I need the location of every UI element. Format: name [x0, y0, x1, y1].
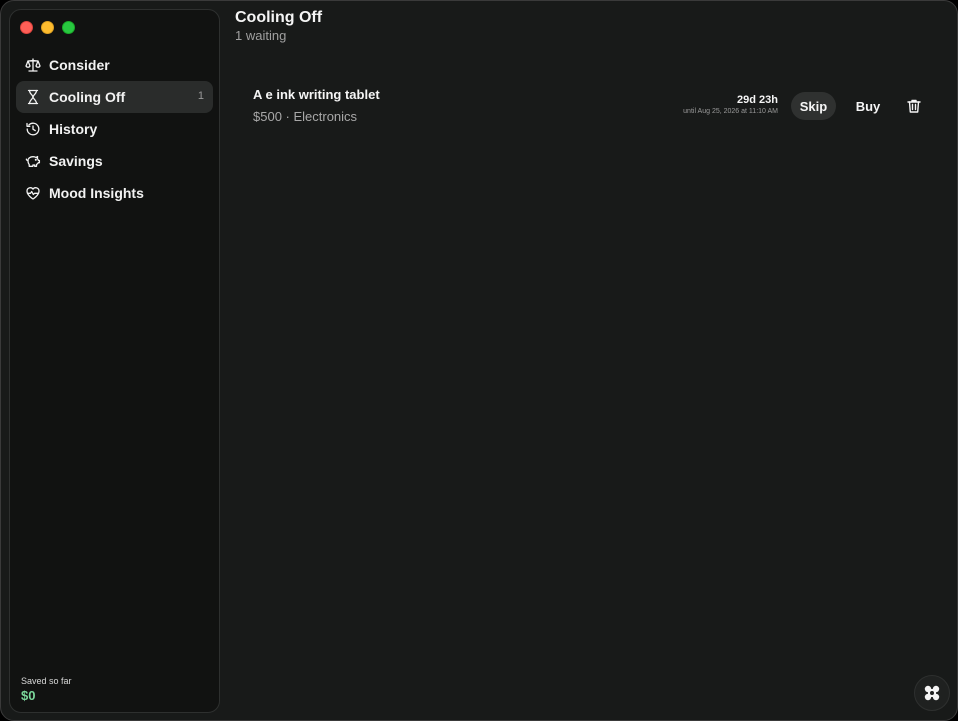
scale-icon [25, 57, 41, 73]
skip-button[interactable]: Skip [791, 92, 836, 120]
trash-icon [907, 99, 921, 113]
item-meta: $500 · Electronics [253, 109, 358, 124]
minimize-window-button[interactable] [41, 21, 54, 34]
sidebar-item-count: 1 [197, 90, 204, 102]
heart-pulse-icon [25, 185, 41, 201]
app-menu-button[interactable] [914, 675, 950, 711]
savings-summary: Saved so far $0 [21, 676, 72, 703]
sidebar-item-consider[interactable]: Consider [16, 49, 213, 81]
close-window-button[interactable] [20, 21, 33, 34]
countdown-remaining: 29d 23h [737, 94, 778, 106]
countdown-until: until Aug 25, 2026 at 11:10 AM [683, 108, 778, 115]
history-icon [25, 121, 41, 137]
buy-button[interactable]: Buy [847, 92, 889, 120]
sidebar-nav: Consider Cooling Off 1 History Savings M… [16, 49, 213, 209]
sidebar-item-label: History [49, 121, 98, 137]
sidebar-item-label: Savings [49, 153, 103, 169]
hourglass-icon [25, 89, 41, 105]
delete-button[interactable] [904, 96, 924, 116]
page-title: Cooling Off [235, 9, 323, 26]
list-item: A e ink writing tablet $500 · Electronic… [253, 87, 933, 127]
clover-icon [924, 685, 940, 701]
piggy-bank-icon [25, 153, 41, 169]
window-controls [20, 21, 75, 34]
sidebar-item-label: Mood Insights [49, 185, 144, 201]
countdown: 29d 23h until Aug 25, 2026 at 11:10 AM [683, 94, 778, 115]
item-name: A e ink writing tablet [253, 87, 380, 102]
page-subtitle: 1 waiting [235, 28, 287, 43]
sidebar-item-history[interactable]: History [16, 113, 213, 145]
saved-value: $0 [21, 688, 36, 703]
sidebar-item-label: Cooling Off [49, 89, 126, 105]
page-header: Cooling Off 1 waiting [235, 9, 322, 43]
sidebar: Consider Cooling Off 1 History Savings M… [9, 9, 220, 713]
sidebar-item-cooling-off[interactable]: Cooling Off 1 [16, 81, 213, 113]
app-window: Consider Cooling Off 1 History Savings M… [0, 0, 958, 721]
zoom-window-button[interactable] [62, 21, 75, 34]
sidebar-item-mood-insights[interactable]: Mood Insights [16, 177, 213, 209]
saved-label: Saved so far [21, 676, 72, 686]
sidebar-item-label: Consider [49, 57, 110, 73]
sidebar-item-savings[interactable]: Savings [16, 145, 213, 177]
